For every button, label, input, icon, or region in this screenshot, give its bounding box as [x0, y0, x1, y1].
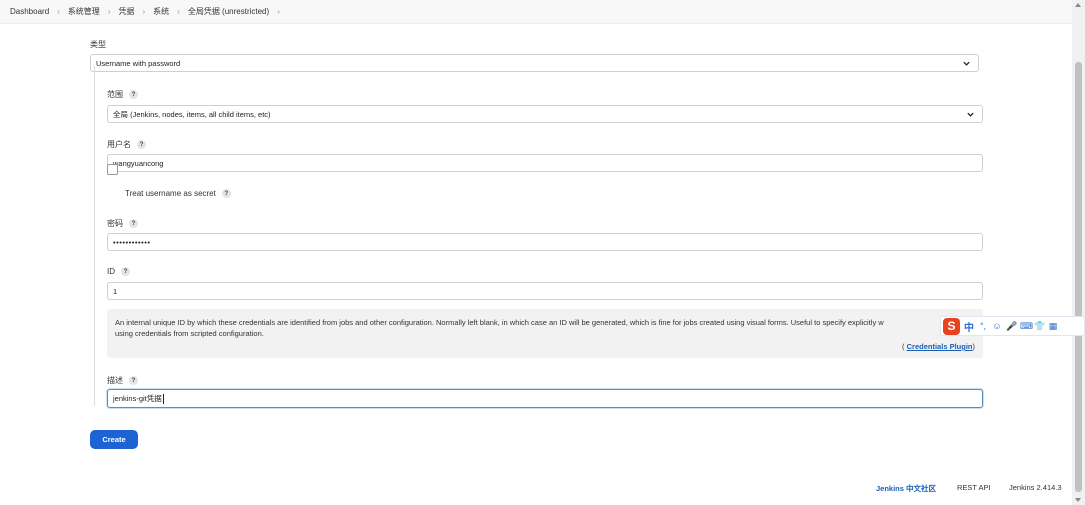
- kind-label-text: 类型: [90, 40, 106, 49]
- plugin-paren-close: ): [972, 342, 976, 351]
- emoji-icon[interactable]: ☺: [992, 321, 1002, 331]
- chevron-right-icon: ›: [57, 7, 60, 16]
- scrollbar-thumb[interactable]: [1075, 62, 1082, 492]
- ime-language-toggle[interactable]: 中: [964, 319, 974, 334]
- chevron-down-icon: [963, 61, 970, 66]
- scope-label-text: 范围: [107, 90, 123, 99]
- text-caret: [162, 393, 164, 404]
- kind-select-value: Username with password: [96, 58, 181, 68]
- description-label-text: 描述: [107, 376, 123, 385]
- breadcrumb-credentials[interactable]: 凭据: [118, 6, 134, 17]
- breadcrumb-global-credentials[interactable]: 全局凭据 (unrestricted): [188, 6, 269, 17]
- id-input[interactable]: 1: [107, 282, 983, 300]
- chevron-right-icon: ›: [107, 7, 111, 16]
- scroll-up-arrow-icon[interactable]: [1075, 3, 1081, 7]
- id-help-line-1: An internal unique ID by which these cre…: [115, 318, 884, 327]
- id-label-text: ID: [107, 267, 115, 276]
- plugin-paren-open: (: [902, 342, 905, 351]
- punctuation-icon[interactable]: °,: [978, 321, 988, 331]
- chevron-right-icon: ›: [177, 7, 180, 16]
- help-icon[interactable]: ?: [129, 219, 138, 228]
- description-input[interactable]: jenkins-git凭据: [107, 389, 983, 408]
- breadcrumb-system[interactable]: 系统: [153, 6, 169, 17]
- scope-select-value: 全局 (Jenkins, nodes, items, all child ite…: [113, 109, 271, 119]
- username-label-text: 用户名: [107, 140, 131, 149]
- toolbox-icon[interactable]: ▦: [1048, 321, 1058, 332]
- password-label: 密码 ?: [107, 218, 138, 229]
- id-label: ID ?: [107, 267, 130, 276]
- sogou-logo-icon[interactable]: S: [943, 317, 960, 335]
- breadcrumb-manage[interactable]: 系统管理: [68, 6, 100, 17]
- id-input-value: 1: [113, 286, 118, 296]
- form-section-divider: [94, 66, 95, 406]
- help-icon[interactable]: ?: [121, 267, 130, 276]
- chevron-right-icon: ›: [277, 7, 280, 16]
- footer-rest-api-link[interactable]: REST API: [957, 483, 991, 492]
- help-icon[interactable]: ?: [221, 189, 231, 198]
- create-button[interactable]: Create: [90, 430, 138, 449]
- kind-label: 类型: [90, 39, 106, 50]
- scope-select[interactable]: 全局 (Jenkins, nodes, items, all child ite…: [107, 105, 983, 123]
- footer-version[interactable]: Jenkins 2.414.3: [1009, 483, 1062, 492]
- help-icon[interactable]: ?: [137, 140, 146, 149]
- footer-community-link[interactable]: Jenkins 中文社区: [876, 483, 936, 494]
- breadcrumb-dashboard[interactable]: Dashboard: [10, 7, 49, 16]
- ime-toolbar[interactable]: S 中 °, ☺ 🎤 ⌨ 👕 ▦: [940, 316, 1085, 336]
- keyboard-icon[interactable]: ⌨: [1020, 321, 1033, 332]
- treat-username-secret-checkbox[interactable]: [107, 164, 118, 175]
- treat-username-secret-label: Treat username as secret ?: [125, 189, 231, 198]
- kind-select[interactable]: Username with password: [90, 54, 979, 72]
- chevron-down-icon: [967, 112, 974, 117]
- help-icon[interactable]: ?: [129, 376, 138, 385]
- id-help-line-2: using credentials from scripted configur…: [115, 329, 264, 338]
- microphone-icon[interactable]: 🎤: [1006, 321, 1017, 332]
- username-input-value: wangyuancong: [113, 158, 164, 168]
- plugin-attribution: ( Credentials Plugin): [902, 341, 975, 352]
- help-icon[interactable]: ?: [129, 90, 138, 99]
- username-input[interactable]: wangyuancong: [107, 154, 983, 172]
- password-input-value: ••••••••••••: [113, 237, 151, 247]
- password-input[interactable]: ••••••••••••: [107, 233, 983, 251]
- id-help-box: An internal unique ID by which these cre…: [107, 309, 983, 358]
- scope-label: 范围 ?: [107, 89, 138, 100]
- description-input-value: jenkins-git凭据: [113, 394, 162, 403]
- credentials-plugin-link[interactable]: Credentials Plugin: [907, 342, 973, 351]
- page-scrollbar[interactable]: [1072, 0, 1085, 505]
- skin-icon[interactable]: 👕: [1034, 321, 1045, 332]
- username-label: 用户名 ?: [107, 139, 146, 150]
- scroll-down-arrow-icon[interactable]: [1075, 498, 1081, 502]
- treat-username-secret-text: Treat username as secret: [125, 189, 216, 198]
- breadcrumb: Dashboard › 系统管理 › 凭据 › 系统 › 全局凭据 (unres…: [0, 0, 1072, 24]
- description-label: 描述 ?: [107, 375, 138, 386]
- password-label-text: 密码: [107, 219, 123, 228]
- chevron-right-icon: ›: [142, 7, 146, 16]
